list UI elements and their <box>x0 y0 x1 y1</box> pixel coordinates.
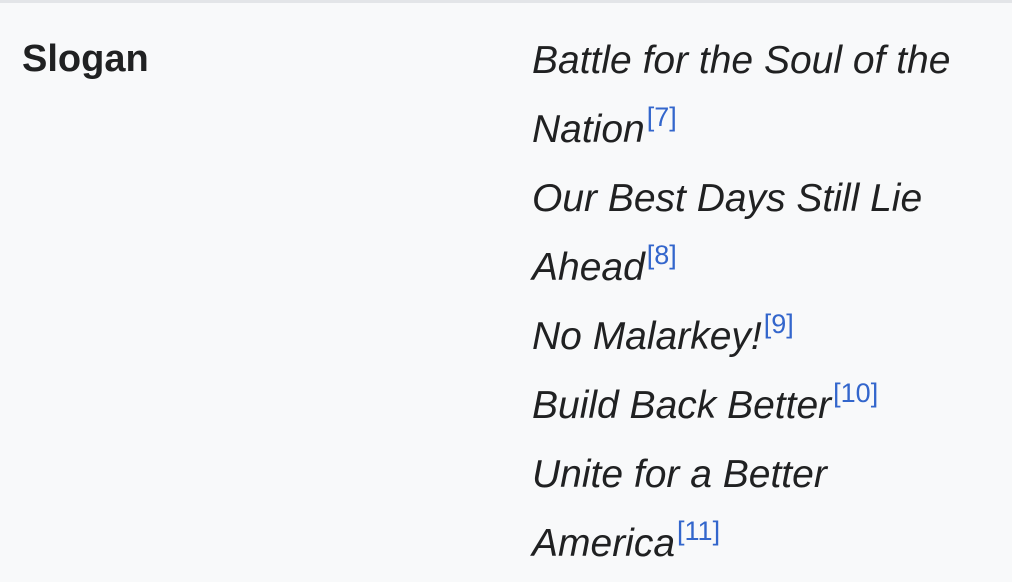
citation-link[interactable]: [7] <box>647 102 677 132</box>
citation-link[interactable]: [8] <box>647 240 677 270</box>
slogan-item: Unite for a Better America[11] <box>532 440 1002 578</box>
citation-link[interactable]: [10] <box>833 378 878 408</box>
slogan-item: Our Best Days Still Lie Ahead[8] <box>532 164 1002 302</box>
slogan-text: Battle for the Soul of the Nation <box>532 39 951 151</box>
slogan-text: Our Best Days Still Lie Ahead <box>532 177 923 289</box>
slogan-text: Unite for a Better America <box>532 453 827 565</box>
slogan-item: Build Back Better[10] <box>532 371 1002 440</box>
slogan-list: Battle for the Soul of the Nation[7] Our… <box>532 26 1002 578</box>
citation-link[interactable]: [11] <box>677 516 720 546</box>
infobox-label: Slogan <box>22 38 149 80</box>
slogan-text: No Malarkey! <box>532 315 762 358</box>
slogan-item: Battle for the Soul of the Nation[7] <box>532 26 1002 164</box>
citation-link[interactable]: [9] <box>764 309 794 339</box>
slogan-item: No Malarkey![9] <box>532 302 1002 371</box>
infobox-row-slogan: Slogan Battle for the Soul of the Nation… <box>0 3 1012 582</box>
slogan-text: Build Back Better <box>532 384 832 427</box>
